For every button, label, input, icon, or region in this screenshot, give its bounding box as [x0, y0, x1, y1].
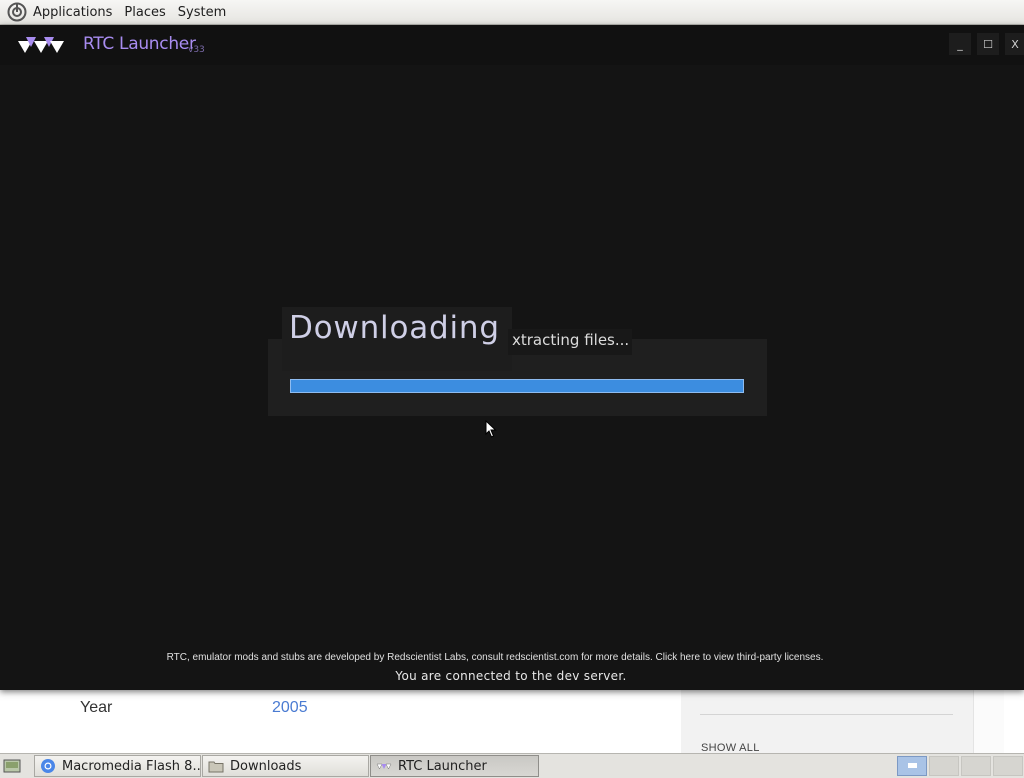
workspace-3[interactable] — [961, 756, 991, 776]
browser-icon — [41, 759, 55, 773]
menu-places[interactable]: Places — [124, 5, 165, 20]
show-desktop-icon[interactable] — [2, 757, 22, 775]
maximize-button[interactable]: ☐ — [977, 33, 999, 55]
background-web-page: Year 2005 SHOW ALL — [0, 690, 1024, 754]
server-status: You are connected to the dev server. — [395, 669, 627, 683]
rtc-launcher-window: RTC Launcher v33 _ ☐ X Downloading xtrac… — [0, 25, 1024, 690]
workspace-1[interactable] — [897, 756, 927, 776]
download-status: xtracting files... — [512, 331, 630, 349]
folder-icon — [208, 761, 224, 773]
sidebar-divider — [700, 714, 953, 715]
bottom-taskbar: Macromedia Flash 8... Downloads RTC Laun… — [0, 753, 1024, 778]
taskbar-item-label: Macromedia Flash 8... — [62, 758, 201, 774]
menu-applications[interactable]: Applications — [33, 5, 112, 20]
minimize-button[interactable]: _ — [949, 33, 971, 55]
download-progress-bar — [290, 379, 744, 393]
mouse-pointer-icon — [485, 420, 497, 438]
download-heading: Downloading — [289, 310, 500, 346]
launcher-version: v33 — [188, 45, 205, 55]
year-label: Year — [80, 699, 113, 716]
taskbar-item-label: RTC Launcher — [398, 758, 487, 774]
top-panel: Applications Places System — [0, 0, 1024, 25]
licenses-link[interactable]: RTC, emulator mods and stubs are develop… — [0, 652, 990, 663]
taskbar-item-downloads[interactable]: Downloads — [202, 755, 369, 777]
launcher-titlebar[interactable]: RTC Launcher v33 _ ☐ X — [0, 25, 1024, 65]
background-content: Year 2005 — [0, 690, 681, 753]
close-button[interactable]: X — [1005, 33, 1024, 55]
year-value-link[interactable]: 2005 — [272, 699, 308, 717]
workspace-2[interactable] — [929, 756, 959, 776]
download-progress-fill — [290, 379, 744, 393]
rtc-logo-icon — [18, 37, 64, 53]
distro-logo-icon[interactable] — [7, 2, 27, 22]
launcher-title: RTC Launcher — [83, 34, 196, 54]
taskbar-item-macromedia-flash[interactable]: Macromedia Flash 8... — [34, 755, 201, 777]
page-scrollbar[interactable] — [973, 690, 1004, 753]
menu-system[interactable]: System — [178, 5, 226, 20]
taskbar-item-rtc-launcher[interactable]: RTC Launcher — [370, 755, 539, 777]
rtc-logo-icon — [376, 763, 392, 770]
workspace-4[interactable] — [993, 756, 1023, 776]
taskbar-item-label: Downloads — [230, 758, 302, 774]
